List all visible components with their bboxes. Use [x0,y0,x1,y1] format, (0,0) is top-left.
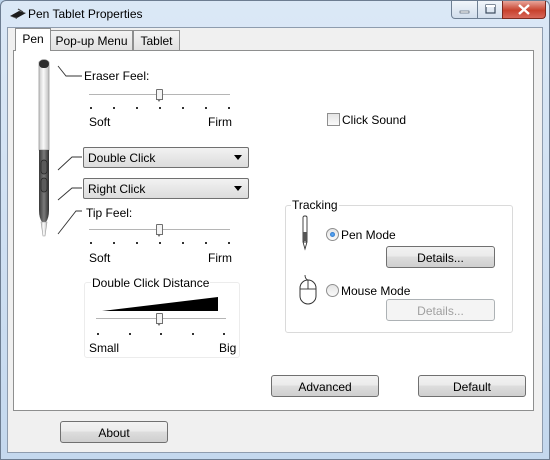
click-sound-checkbox[interactable] [327,113,340,126]
slider-tick [90,242,92,244]
distance-ramp-graphic [102,297,218,311]
slider-thumb[interactable] [156,313,163,326]
chevron-down-icon [234,155,242,160]
minimize-button[interactable] [451,1,478,19]
tab-pen[interactable]: Pen [15,28,51,51]
upper-side-switch-value: Double Click [88,151,156,165]
slider-thumb[interactable] [156,89,163,102]
title-bar[interactable]: Pen Tablet Properties [1,1,547,27]
slider-tick [90,107,92,109]
slider-tick [192,333,194,335]
eraser-feel-max-label: Firm [208,115,232,129]
slider-tick [159,242,161,244]
chevron-down-icon [234,186,242,191]
tip-feel-slider[interactable] [89,222,230,248]
pen-mode-label: Pen Mode [341,228,396,242]
pen-mode-radio[interactable] [326,228,339,241]
tip-feel-min-label: Soft [89,251,111,265]
tablet-pen-icon [10,8,26,19]
slider-tick [182,242,184,244]
double-click-distance-slider[interactable] [96,311,226,337]
lower-side-switch-value: Right Click [88,182,146,196]
eraser-feel-min-label: Soft [89,115,111,129]
tracking-label: Tracking [291,198,339,212]
pen-mode-details-button[interactable]: Details... [386,246,495,268]
slider-tick [205,107,207,109]
slider-tick [159,107,161,109]
pen-icon [302,215,308,251]
click-sound-label: Click Sound [342,113,407,127]
default-button[interactable]: Default [418,375,526,397]
window-title: Pen Tablet Properties [28,7,143,21]
double-click-distance-label: Double Click Distance [91,276,211,290]
pen-illustration [38,59,50,237]
mouse-icon [299,275,317,305]
distance-max-label: Big [219,341,237,355]
slider-tick [113,107,115,109]
close-button[interactable] [502,1,546,19]
slider-tick [182,107,184,109]
tip-feel-label: Tip Feel: [86,206,133,220]
eraser-feel-slider[interactable] [89,87,230,113]
mouse-mode-label: Mouse Mode [341,284,411,298]
slider-tick [113,242,115,244]
tab-popup-menu[interactable]: Pop-up Menu [50,30,133,50]
mouse-mode-radio[interactable] [326,284,339,297]
slider-tick [97,333,99,335]
mouse-mode-details-button[interactable]: Details... [386,299,495,321]
minimize-icon [459,10,470,14]
eraser-feel-label: Eraser Feel: [84,69,150,83]
slider-tick [228,242,230,244]
upper-side-switch-select[interactable]: Double Click [83,147,249,168]
slider-tick [205,242,207,244]
slider-tick [228,107,230,109]
maximize-icon [485,4,496,14]
close-icon [518,4,530,15]
tip-feel-max-label: Firm [208,251,232,265]
distance-min-label: Small [89,341,120,355]
slider-tick [129,333,131,335]
slider-tick [160,333,162,335]
slider-tick [136,242,138,244]
slider-tick [223,333,225,335]
maximize-button[interactable] [477,1,503,19]
slider-thumb[interactable] [156,224,163,237]
advanced-button[interactable]: Advanced [271,375,379,397]
tab-tablet[interactable]: Tablet [133,30,180,50]
about-button[interactable]: About [60,421,168,443]
slider-tick [136,107,138,109]
lower-side-switch-select[interactable]: Right Click [83,178,249,199]
